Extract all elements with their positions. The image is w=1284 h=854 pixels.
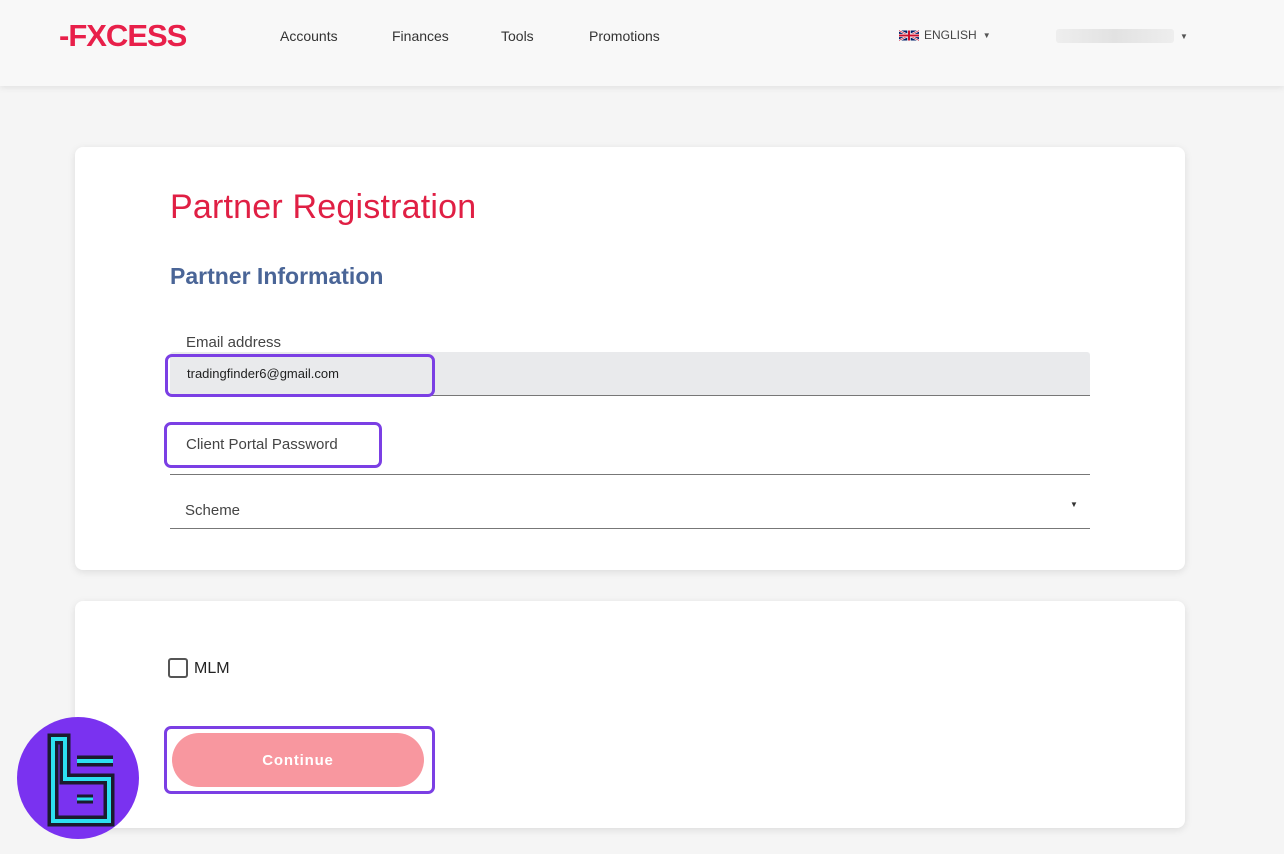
password-label: Client Portal Password: [186, 436, 338, 453]
top-navigation-bar: -FXCESS Accounts Finances Tools Promotio…: [0, 0, 1284, 86]
language-label: ENGLISH: [924, 28, 977, 42]
nav-promotions[interactable]: Promotions: [589, 27, 660, 45]
chevron-down-icon: ▼: [982, 30, 991, 40]
mlm-checkbox[interactable]: [168, 658, 188, 678]
section-title: Partner Information: [170, 263, 384, 289]
scheme-label: Scheme: [185, 502, 241, 519]
chevron-down-icon: ▼: [1180, 31, 1188, 41]
fxcess-logo[interactable]: -FXCESS: [59, 18, 187, 53]
scheme-select[interactable]: [170, 490, 1090, 529]
tradingfinder-watermark-logo: [17, 717, 139, 839]
nav-tools[interactable]: Tools: [501, 27, 534, 45]
tf-logo-icon: [47, 733, 115, 827]
email-value: tradingfinder6@gmail.com: [187, 366, 339, 381]
nav-accounts[interactable]: Accounts: [280, 27, 338, 45]
page-title: Partner Registration: [170, 188, 477, 226]
dropdown-caret-icon: ▼: [1070, 500, 1078, 509]
continue-button[interactable]: Continue: [172, 733, 424, 787]
email-label: Email address: [186, 334, 282, 351]
uk-flag-icon: [899, 29, 919, 41]
mlm-label[interactable]: MLM: [194, 660, 230, 678]
nav-finances[interactable]: Finances: [392, 27, 449, 45]
language-selector[interactable]: ENGLISH ▼: [899, 28, 991, 42]
options-card: [75, 601, 1185, 828]
redacted-username: [1056, 29, 1174, 43]
user-account-menu[interactable]: ▼: [1056, 29, 1188, 43]
logo-text: -FXCESS: [59, 18, 187, 53]
